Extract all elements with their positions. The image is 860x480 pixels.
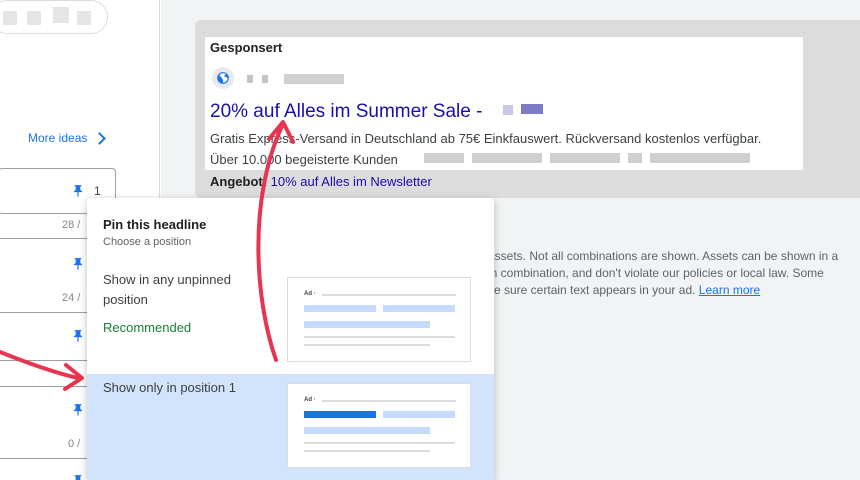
thumbnail-line [304, 450, 430, 452]
pin-icon[interactable] [71, 184, 85, 198]
disclaimer-line: in combination, and don't violate our po… [488, 266, 824, 280]
thumbnail-headline-slot [304, 427, 430, 434]
character-count: 24 / [62, 292, 81, 304]
thumbnail-line [304, 344, 430, 346]
sitelink-link[interactable]: 10% auf Alles im Newsletter [271, 174, 432, 189]
pin-position-number: 1 [94, 184, 101, 198]
globe-icon [212, 67, 234, 89]
ad-reviews: Über 10.000 begeisterte Kunden [210, 152, 398, 167]
thumbnail-ad-label: Ad · [304, 397, 316, 403]
thumbnail-headline-slot [383, 305, 455, 312]
position-thumbnail: Ad · [287, 277, 471, 362]
option-position-1[interactable]: Show only in position 1 Ad · [87, 374, 494, 480]
option-label: Show in any unpinned position [103, 272, 231, 307]
disclaimer-line: assets. Not all combinations are shown. … [488, 249, 839, 263]
pin-icon[interactable] [71, 474, 85, 480]
blurred-headline [521, 104, 543, 114]
thumbnail-headline-slot [304, 321, 430, 328]
sitelink-label: Angebot: [210, 174, 268, 189]
thumbnail-pinned-slot [304, 411, 376, 418]
blurred-text [628, 153, 642, 163]
thumbnail-line [304, 336, 455, 338]
blurred-text [472, 153, 542, 163]
position-thumbnail: Ad · [287, 383, 471, 468]
pin-icon[interactable] [71, 257, 85, 271]
more-ideas-link[interactable]: More ideas [28, 131, 107, 145]
blurred-url [262, 75, 268, 83]
more-ideas-label: More ideas [28, 131, 88, 145]
ad-headline[interactable]: 20% auf Alles im Summer Sale - [210, 101, 482, 123]
blurred-text [650, 153, 750, 163]
thumbnail-ad-label: Ad · [304, 291, 316, 297]
disclaimer-text: ke sure certain text appears in your ad. [488, 283, 696, 297]
sponsored-label: Gesponsert [210, 40, 283, 55]
thumbnail-line [322, 294, 456, 296]
recommended-badge: Recommended [103, 320, 192, 335]
preview-disclaimer: assets. Not all combinations are shown. … [488, 248, 860, 299]
blurred-text [424, 153, 464, 163]
blurred-url [247, 75, 253, 83]
thumbnail-line [304, 442, 455, 444]
thumbnail-line [322, 400, 456, 402]
blurred-url [284, 74, 344, 84]
search-field[interactable] [0, 0, 108, 34]
pin-icon[interactable] [71, 403, 85, 417]
blurred-text [550, 153, 620, 163]
thumbnail-headline-slot [304, 305, 376, 312]
character-count: 0 / [68, 438, 81, 450]
learn-more-link[interactable]: Learn more [699, 283, 760, 297]
character-count: 28 / [62, 219, 81, 231]
ad-description: Gratis Express-Versand in Deutschland ab… [210, 131, 762, 146]
pin-icon[interactable] [71, 329, 85, 343]
blurred-text [53, 7, 69, 23]
option-label: Show only in position 1 [103, 380, 236, 395]
pin-headline-popup: Pin this headline Choose a position Show… [87, 198, 494, 480]
ad-sitelink-row: Angebot: 10% auf Alles im Newsletter [210, 174, 432, 189]
popup-subtitle: Choose a position [103, 236, 192, 248]
popup-title: Pin this headline [103, 217, 207, 232]
blurred-text [3, 11, 17, 25]
blurred-text [27, 11, 41, 25]
blurred-text [77, 11, 91, 25]
thumbnail-headline-slot [383, 411, 455, 418]
disclaimer-line: ke sure certain text appears in your ad.… [488, 282, 860, 299]
ad-headline-text: 20% auf Alles im Summer Sale - [210, 101, 483, 122]
option-any-unpinned-position[interactable]: Show in any unpinned position Recommende… [87, 262, 494, 374]
chevron-right-icon [93, 132, 107, 145]
blurred-headline [503, 105, 513, 115]
